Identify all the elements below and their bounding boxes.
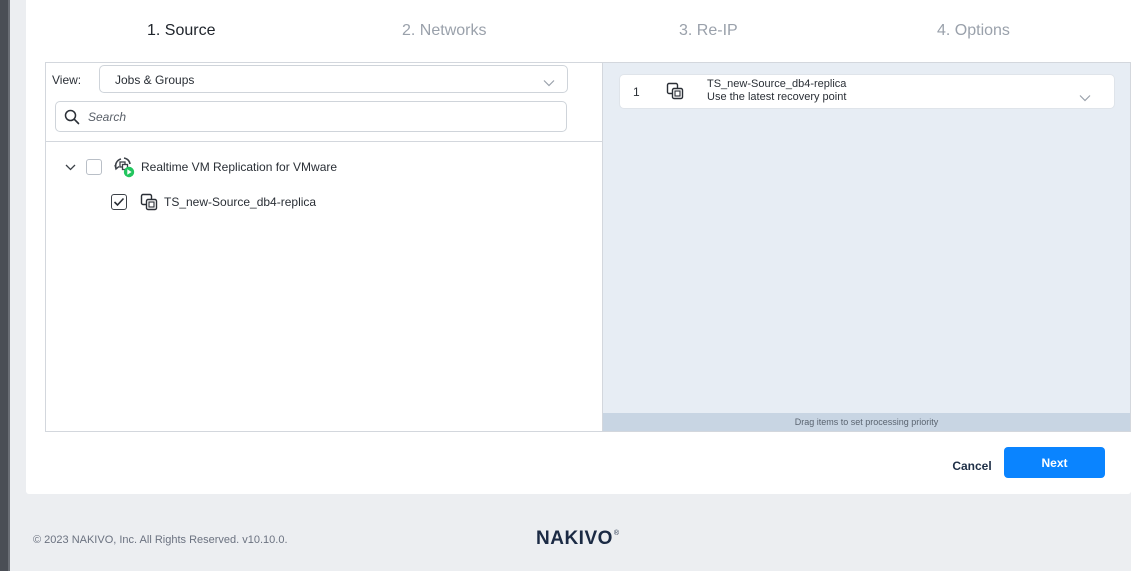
search-icon <box>64 109 80 130</box>
vm-replica-icon <box>666 82 684 105</box>
copyright-text: © 2023 NAKIVO, Inc. All Rights Reserved.… <box>33 534 288 546</box>
step-networks[interactable]: 2. Networks <box>402 22 486 40</box>
tree-label-job[interactable]: Realtime VM Replication for VMware <box>141 160 337 174</box>
view-label: View: <box>52 73 82 87</box>
logo-text: NAKIVO <box>536 528 613 549</box>
replication-job-icon <box>112 156 136 178</box>
item-priority-number: 1 <box>633 85 640 99</box>
next-button[interactable]: Next <box>1004 447 1105 478</box>
search-input[interactable] <box>88 108 548 126</box>
tree-item-job: Realtime VM Replication for VMware <box>62 155 337 179</box>
step-re-ip[interactable]: 3. Re-IP <box>679 22 738 40</box>
tree-checkbox-vm[interactable] <box>111 194 127 210</box>
chevron-down-icon[interactable] <box>1079 89 1091 107</box>
window-edge <box>0 0 10 571</box>
tree-item-vm: TS_new-Source_db4-replica <box>111 190 316 214</box>
footer: © 2023 NAKIVO, Inc. All Rights Reserved.… <box>26 494 1131 571</box>
step-options[interactable]: 4. Options <box>937 22 1010 40</box>
wizard-steps: 1. Source 2. Networks 3. Re-IP 4. Option… <box>26 0 1131 62</box>
step-source[interactable]: 1. Source <box>147 22 215 40</box>
restore-wizard: 1. Source 2. Networks 3. Re-IP 4. Option… <box>26 0 1131 494</box>
panel-divider <box>46 141 602 142</box>
view-select-value: Jobs & Groups <box>115 73 195 87</box>
drag-hint: Drag items to set processing priority <box>603 413 1130 431</box>
vm-replica-icon <box>140 193 158 211</box>
selected-items-panel: 1 TS_new-Source_db4-replica Use the late… <box>602 62 1131 432</box>
search-box <box>55 101 567 132</box>
source-panel: View: Jobs & Groups Search Realtime VM R… <box>45 62 602 432</box>
registered-mark: ® <box>613 530 620 537</box>
item-recovery-point: Use the latest recovery point <box>707 91 847 103</box>
view-row: View: Jobs & Groups <box>46 63 602 97</box>
chevron-down-icon <box>543 74 555 92</box>
selected-item-card[interactable]: 1 TS_new-Source_db4-replica Use the late… <box>620 75 1114 108</box>
cancel-button[interactable]: Cancel <box>940 453 1004 479</box>
tree-checkbox-job[interactable] <box>86 159 102 175</box>
expand-chevron-icon[interactable] <box>62 159 78 175</box>
view-select[interactable]: Jobs & Groups <box>99 65 568 93</box>
tree-label-vm[interactable]: TS_new-Source_db4-replica <box>164 195 316 209</box>
item-name: TS_new-Source_db4-replica <box>707 78 847 90</box>
app-frame: 1. Source 2. Networks 3. Re-IP 4. Option… <box>0 0 1131 571</box>
nakivo-logo: NAKIVO® <box>536 528 619 550</box>
